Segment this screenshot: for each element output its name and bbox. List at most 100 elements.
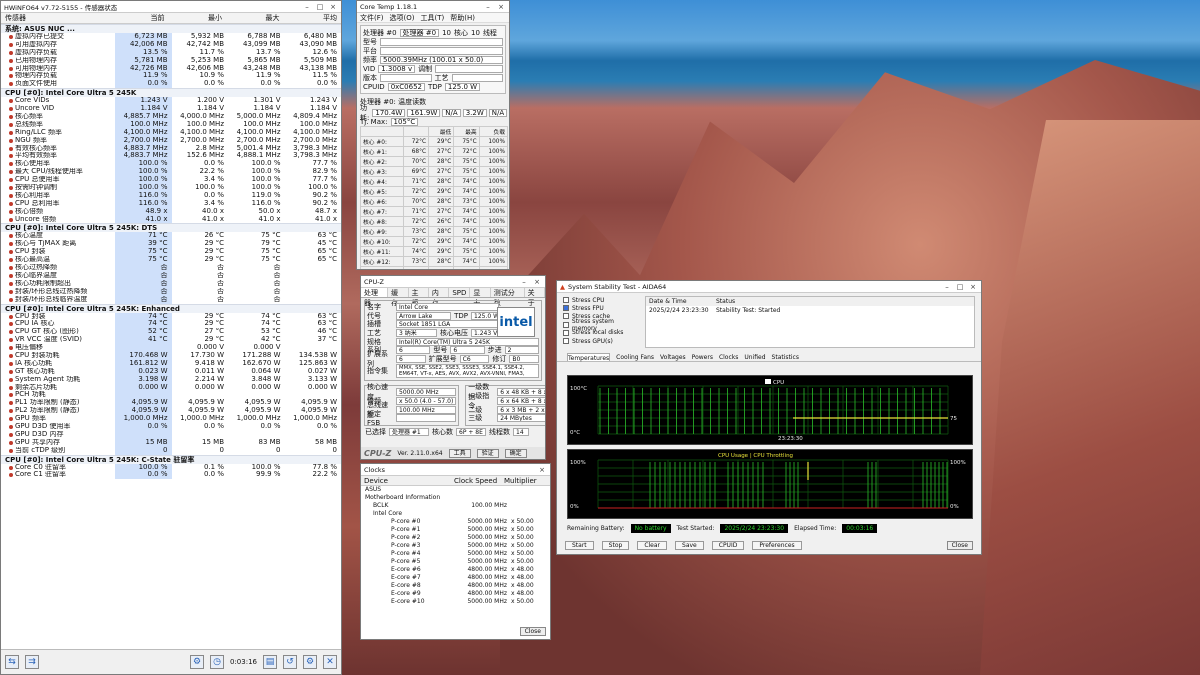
sensor-row[interactable]: 剩余芯片功耗 0.000 W 0.000 W 0.000 W 0.000 W bbox=[1, 383, 341, 392]
sensor-row[interactable]: VR VCC 温度 (SVID) 41 °C 29 °C 42 °C 37 °C bbox=[1, 336, 341, 345]
sensor-row[interactable]: Core C1 驻留率 0.0 % 0.0 % 99.9 % 22.2 % bbox=[1, 471, 341, 480]
column-header[interactable]: 最大 bbox=[226, 13, 284, 23]
column-header[interactable]: 平均 bbox=[284, 13, 342, 23]
sensor-row[interactable]: 核心利用率 116.0 % 0.0 % 119.0 % 90.2 % bbox=[1, 191, 341, 200]
stress-option[interactable]: Stress FPU bbox=[563, 304, 639, 312]
graph-tab[interactable]: Temperatures bbox=[567, 353, 611, 362]
report-icon[interactable]: ▤ bbox=[263, 655, 277, 669]
close-sensors-icon[interactable]: ✕ bbox=[323, 655, 337, 669]
sensor-row[interactable]: CPU GT 核心 (图形) 52 °C 27 °C 53 °C 46 °C bbox=[1, 328, 341, 337]
clock-column[interactable]: Clock Speed bbox=[451, 476, 501, 485]
aida-button[interactable]: Preferences bbox=[752, 541, 802, 550]
graph-tabs[interactable]: Temperatures Cooling Fans Voltages Powers Cl… bbox=[557, 353, 981, 362]
sensor-row[interactable]: 核心过热降频否否否 bbox=[1, 264, 341, 272]
arrow-right-icon[interactable]: ⇉ bbox=[25, 655, 39, 669]
sensor-row[interactable]: CPU 总利用率 116.0 % 3.4 % 116.0 % 90.2 % bbox=[1, 199, 341, 208]
sensor-row[interactable]: PCH 功耗 bbox=[1, 391, 341, 400]
graph-tab[interactable]: Clocks bbox=[719, 353, 738, 361]
clock-row[interactable]: Motherboard Information bbox=[361, 494, 550, 502]
sensor-row[interactable]: 当前 cTDP 级别 0 0 0 0 bbox=[1, 446, 341, 455]
sensor-row[interactable]: 核心使用率 100.0 % 0.0 % 100.0 % 77.7 % bbox=[1, 160, 341, 169]
checkbox-icon[interactable] bbox=[563, 305, 569, 312]
sensor-row[interactable]: 核心温度 71 °C 26 °C 75 °C 63 °C bbox=[1, 232, 341, 241]
sensor-row[interactable]: 已用物理内存 5,781 MB 5,253 MB 5,865 MB 5,509 MB bbox=[1, 56, 341, 65]
aida-window[interactable]: ▲ System Stability Test - AIDA64 – □ × S… bbox=[556, 280, 982, 555]
network-icon[interactable]: ⚙ bbox=[190, 655, 204, 669]
clock-row[interactable]: Intel Core bbox=[361, 510, 550, 518]
stress-option[interactable]: Stress system memory bbox=[563, 318, 639, 332]
close-icon[interactable]: × bbox=[496, 3, 506, 11]
clock-row[interactable]: P-core #4 5000.00 MHz x 50.00 bbox=[361, 550, 550, 558]
sensor-row[interactable]: 封装/环形总线临界温度否否否 bbox=[1, 295, 341, 304]
clock-row[interactable]: E-core #7 4800.00 MHz x 48.00 bbox=[361, 574, 550, 582]
validate-button[interactable]: 验证 bbox=[476, 448, 499, 458]
checkbox-icon[interactable] bbox=[563, 329, 569, 336]
sensor-row[interactable]: 平均有效频率 4,883.7 MHz 152.6 MHz 4,888.1 MHz 3,7… bbox=[1, 152, 341, 161]
sensor-row[interactable]: 核心功耗限制超出否否否 bbox=[1, 279, 341, 288]
settings-icon[interactable]: ⚙ bbox=[303, 655, 317, 669]
minimize-icon[interactable]: – bbox=[483, 3, 493, 11]
sensor-row[interactable]: 可用物理内存 42,726 MB 42,606 MB 43,248 MB 43,138 … bbox=[1, 64, 341, 73]
checkbox-icon[interactable] bbox=[563, 297, 569, 304]
graph-tab[interactable]: Powers bbox=[692, 353, 713, 361]
arrow-left-icon[interactable]: ⇆ bbox=[5, 655, 19, 669]
tab-2[interactable]: 主板 bbox=[409, 288, 429, 307]
sensor-row[interactable]: Uncore 倍频 41.0 x 41.0 x 41.0 x 41.0 x bbox=[1, 215, 341, 224]
tools-button[interactable]: 工具 bbox=[448, 448, 471, 458]
clock-row[interactable]: E-core #8 4800.00 MHz x 48.00 bbox=[361, 582, 550, 590]
sensor-row[interactable]: CPU 封装功耗 170.468 W 17.730 W 171.288 W 134.53… bbox=[1, 351, 341, 360]
close-icon[interactable]: × bbox=[968, 283, 978, 291]
hwinfo-column-header[interactable]: 传感器 当前 最小 最大 平均 bbox=[1, 13, 341, 24]
sensor-row[interactable]: CPU 封装 74 °C 29 °C 74 °C 63 °C bbox=[1, 312, 341, 321]
sensor-row[interactable]: 总线频率 100.0 MHz 100.0 MHz 100.0 MHz 100.0 MHz bbox=[1, 120, 341, 129]
tab-1[interactable]: 缓存 bbox=[388, 288, 409, 307]
sensor-row[interactable]: System Agent 功耗 3.198 W 2.214 W 3.848 W 3.13… bbox=[1, 375, 341, 384]
clocks-window[interactable]: Clocks × Device Clock Speed Multiplier A… bbox=[360, 463, 551, 640]
maximize-icon[interactable]: □ bbox=[955, 283, 965, 291]
sensor-row[interactable]: GPU D3D 使用率 0.0 % 0.0 % 0.0 % 0.0 % bbox=[1, 422, 341, 431]
clock-row[interactable]: E-core #10 5000.00 MHz x 50.00 bbox=[361, 598, 550, 606]
aida-button[interactable]: Clear bbox=[637, 541, 668, 550]
aida-button[interactable]: Stop bbox=[601, 541, 630, 550]
minimize-icon[interactable]: – bbox=[302, 3, 312, 11]
menu-item[interactable]: 帮助(H) bbox=[450, 13, 475, 22]
sensor-group-title[interactable]: CPU [#0]: Intel Core Ultra 5 245K: C-Sta… bbox=[1, 454, 341, 464]
tab-3[interactable]: 内存 bbox=[429, 288, 450, 307]
sensor-row[interactable]: 封装/环形总线过热降频否否否 bbox=[1, 287, 341, 296]
sensor-row[interactable]: 最大 CPU/线程使用率 100.0 % 22.2 % 100.0 % 82.9 % bbox=[1, 168, 341, 177]
selected-select[interactable]: 处理器 #1 bbox=[389, 427, 429, 436]
sensor-row[interactable]: 物理内存负载 11.9 % 10.9 % 11.9 % 11.5 % bbox=[1, 72, 341, 81]
hwinfo-window[interactable]: HWiNFO64 v7.72-5155 - 传感器状态 – □ × 传感器 当前最… bbox=[0, 0, 342, 675]
clocks-list[interactable]: ASUS Motherboard Information BCLK 100.00 MH… bbox=[361, 486, 550, 606]
column-header[interactable]: 当前 bbox=[111, 13, 169, 23]
aida-button[interactable]: CPUID bbox=[711, 541, 745, 550]
minimize-icon[interactable]: – bbox=[942, 283, 952, 291]
clock-row[interactable]: P-core #0 5000.00 MHz x 50.00 bbox=[361, 518, 550, 526]
tab-4[interactable]: SPD bbox=[449, 288, 471, 297]
menu-item[interactable]: 文件(F) bbox=[360, 13, 384, 22]
sensor-row[interactable]: Uncore VID 1.184 V 1.184 V 1.184 V 1.184 V bbox=[1, 105, 341, 114]
sensor-row[interactable]: NGU 频率 2,700.0 MHz 2,700.0 MHz 2,700.0 MHz 2… bbox=[1, 136, 341, 145]
coretemp-menubar[interactable]: 文件(F) 选项(O) 工具(T) 帮助(H) bbox=[357, 13, 509, 23]
column-header[interactable]: 传感器 bbox=[1, 13, 111, 23]
checkbox-icon[interactable] bbox=[563, 338, 569, 345]
stress-option[interactable]: Stress CPU bbox=[563, 296, 639, 304]
clock-row[interactable]: ASUS bbox=[361, 486, 550, 494]
checkbox-icon[interactable] bbox=[563, 313, 569, 320]
sensor-row[interactable]: 按需时钟调制 100.0 % 100.0 % 100.0 % 100.0 % bbox=[1, 184, 341, 192]
clock-row[interactable]: P-core #1 5000.00 MHz x 50.00 bbox=[361, 526, 550, 534]
sensor-row[interactable]: 电压偏移 0.000 V 0.000 V bbox=[1, 344, 341, 352]
coretemp-titlebar[interactable]: Core Temp 1.18.1 – × bbox=[357, 1, 509, 13]
sensor-row[interactable]: 核心频率 4,885.7 MHz 4,000.0 MHz 5,000.0 MHz 4,8… bbox=[1, 113, 341, 121]
maximize-icon[interactable]: □ bbox=[315, 3, 325, 11]
menu-item[interactable]: 工具(T) bbox=[420, 13, 444, 22]
clock-row[interactable]: P-core #3 5000.00 MHz x 50.00 bbox=[361, 542, 550, 550]
aida-close-button[interactable]: Close bbox=[946, 541, 973, 550]
tab-7[interactable]: 关于 bbox=[525, 288, 545, 307]
hwinfo-titlebar[interactable]: HWiNFO64 v7.72-5155 - 传感器状态 – □ × bbox=[1, 1, 341, 13]
sensor-row[interactable]: PL1 功率限制 (静态) 4,095.9 W 4,095.9 W 4,095.9 W… bbox=[1, 399, 341, 408]
clocks-header[interactable]: Device Clock Speed Multiplier bbox=[361, 476, 550, 486]
hwinfo-sensor-list[interactable]: 系统: ASUS NUC ... 虚拟内存已提交 6,723 MB 5,932 MB 6… bbox=[1, 24, 341, 662]
column-header[interactable]: 最小 bbox=[169, 13, 227, 23]
sensor-row[interactable]: 有效核心频率 4,883.7 MHz 2.8 MHz 5,001.4 MHz 3,798… bbox=[1, 144, 341, 153]
